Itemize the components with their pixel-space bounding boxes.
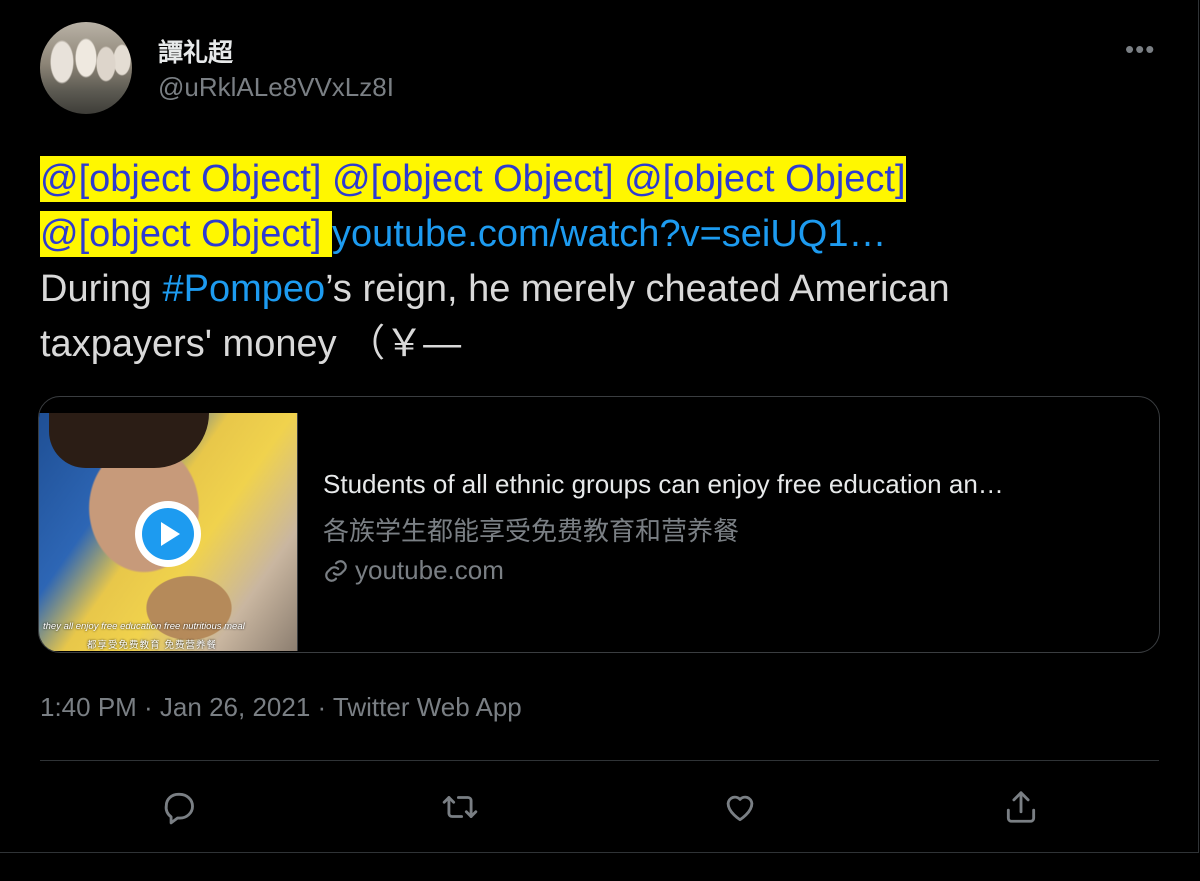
retweet-button[interactable] — [439, 786, 481, 828]
reply-icon — [164, 792, 194, 825]
mention-highlight[interactable]: @[object Object] @[object Object] @[obje… — [40, 156, 906, 202]
avatar[interactable] — [40, 22, 132, 114]
card-description: 各族学生都能享受免费教育和营养餐 — [323, 516, 740, 546]
mention-highlight[interactable]: @[object Object] — [40, 211, 333, 257]
youtube-link[interactable]: youtube.com/watch?v=seiUQ1… — [332, 213, 886, 255]
hashtag-link[interactable]: #Pompeo — [163, 268, 326, 310]
tweet-body-text: During — [40, 268, 163, 310]
link-icon — [325, 559, 347, 582]
tweet-timestamp[interactable]: 1:40 PM · Jan 26, 2021 · Twitter Web App — [40, 692, 522, 723]
tweet-text: @[object Object] @[object Object] @[obje… — [40, 152, 1130, 372]
like-button[interactable] — [719, 786, 761, 828]
share-icon — [1006, 791, 1036, 823]
like-icon — [726, 795, 754, 822]
card-domain[interactable]: youtube.com — [323, 555, 504, 586]
video-subtitle-zh: 都享受免费教育 免费营养餐 — [87, 640, 218, 651]
video-subtitle-en: they all enjoy free education free nutri… — [43, 621, 245, 632]
card-title[interactable]: Students of all ethnic groups can enjoy … — [323, 469, 1004, 500]
reply-button[interactable] — [158, 786, 200, 828]
user-handle[interactable]: @uRklALe8VVxLz8I — [158, 72, 394, 103]
share-button[interactable] — [1000, 786, 1042, 828]
more-options-icon[interactable]: ••• — [1125, 34, 1155, 65]
video-thumbnail[interactable]: they all enjoy free education free nutri… — [39, 413, 298, 651]
link-preview-card[interactable]: they all enjoy free education free nutri… — [38, 396, 1160, 653]
retweet-icon — [442, 796, 478, 818]
thumbnail-hair — [49, 413, 209, 468]
display-name[interactable]: 譚礼超 — [158, 33, 233, 69]
divider — [40, 760, 1159, 761]
card-domain-text: youtube.com — [355, 555, 504, 585]
play-icon[interactable] — [135, 501, 201, 567]
